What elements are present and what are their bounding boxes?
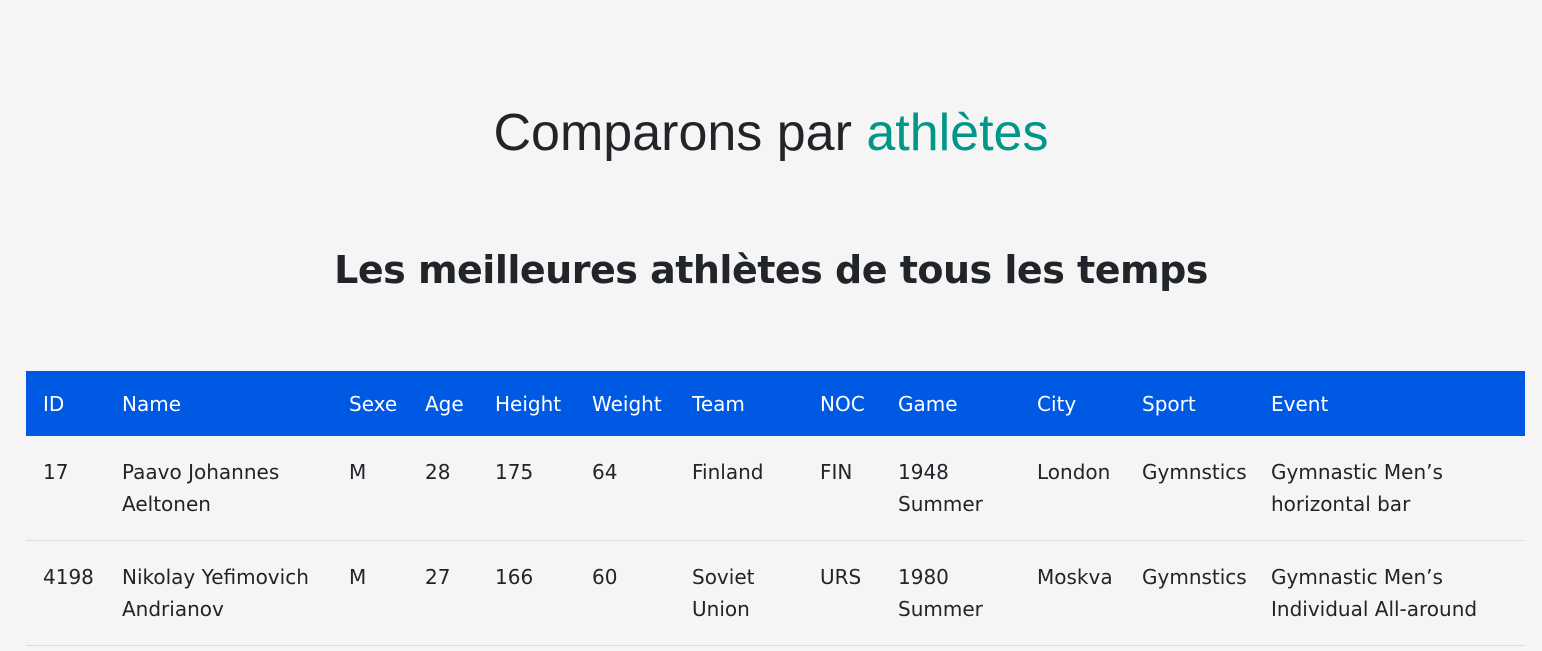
cell-game: 1948 Summer xyxy=(881,436,1020,541)
column-header-name: Name xyxy=(122,391,182,416)
table-header-row: ID Name Sexe Age Height Weight Team NOC … xyxy=(26,371,1525,436)
cell-id: 17 xyxy=(26,436,105,541)
cell-height: 166 xyxy=(478,540,575,646)
cell-height: 175 xyxy=(478,436,575,541)
cell-weight: 60 xyxy=(575,540,675,646)
cell-noc: URS xyxy=(803,540,881,646)
athletes-table: ID Name Sexe Age Height Weight Team NOC … xyxy=(26,371,1525,646)
column-header-team: Team xyxy=(692,391,745,416)
table-row: 4198 Nikolay Yefimovich Andrianov M 27 1… xyxy=(26,540,1525,646)
cell-city: London xyxy=(1020,436,1125,541)
table-body: 17 Paavo Johannes Aeltonen M 28 175 64 F… xyxy=(26,436,1525,646)
cell-team: Finland xyxy=(675,436,803,541)
cell-weight: 64 xyxy=(575,436,675,541)
athletes-table-container: ID Name Sexe Age Height Weight Team NOC … xyxy=(26,371,1525,646)
cell-sport: Gymnstics xyxy=(1125,436,1254,541)
column-header-event: Event xyxy=(1271,391,1329,416)
cell-city: Moskva xyxy=(1020,540,1125,646)
cell-id: 4198 xyxy=(26,540,105,646)
cell-sport: Gymnstics xyxy=(1125,540,1254,646)
cell-game: 1980 Summer xyxy=(881,540,1020,646)
cell-team: Soviet Union xyxy=(675,540,803,646)
section-title: Les meilleures athlètes de tous les temp… xyxy=(334,248,1208,292)
cell-noc: FIN xyxy=(803,436,881,541)
page-title-prefix: Comparons par xyxy=(493,104,852,162)
column-header-sexe: Sexe xyxy=(349,391,398,416)
cell-name: Nikolay Yefimovich Andrianov xyxy=(105,540,332,646)
cell-age: 28 xyxy=(408,436,478,541)
cell-event: Gymnastic Men’s horizontal bar xyxy=(1254,436,1525,541)
cell-name: Paavo Johannes Aeltonen xyxy=(105,436,332,541)
column-header-noc: NOC xyxy=(820,391,865,416)
column-header-age: Age xyxy=(425,391,464,416)
table-row: 17 Paavo Johannes Aeltonen M 28 175 64 F… xyxy=(26,436,1525,541)
cell-sexe: M xyxy=(332,540,408,646)
column-header-city: City xyxy=(1037,391,1077,416)
column-header-id: ID xyxy=(43,391,65,416)
column-header-sport: Sport xyxy=(1142,391,1196,416)
table-header: ID Name Sexe Age Height Weight Team NOC … xyxy=(26,371,1525,436)
cell-sexe: M xyxy=(332,436,408,541)
column-header-height: Height xyxy=(495,391,562,416)
page-title-accent: athlètes xyxy=(866,104,1049,162)
column-header-game: Game xyxy=(898,391,958,416)
cell-event: Gymnastic Men’s Individual All-around xyxy=(1254,540,1525,646)
page-title: Comparons par athlètes xyxy=(0,100,1542,166)
cell-age: 27 xyxy=(408,540,478,646)
column-header-weight: Weight xyxy=(592,391,662,416)
